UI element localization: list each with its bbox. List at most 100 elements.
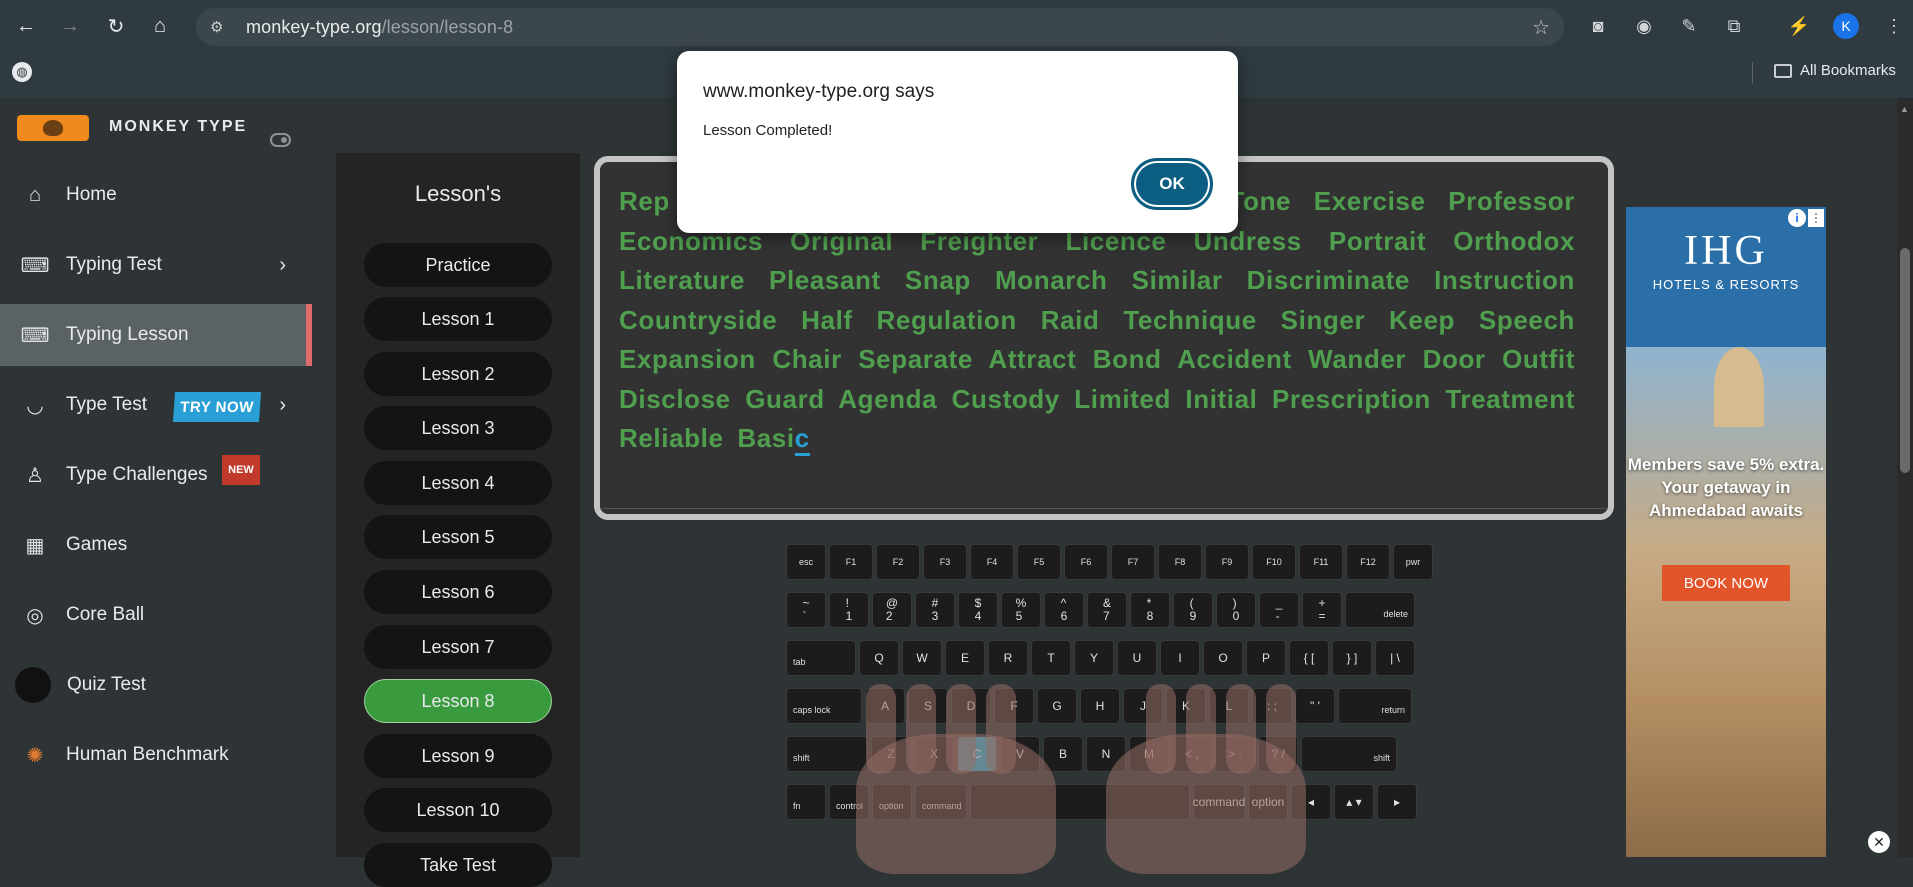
target-icon: ◎ xyxy=(26,604,44,627)
key---: _ - xyxy=(1259,592,1299,628)
lesson-10-button[interactable]: Lesson 10 xyxy=(364,788,552,832)
key-Q: Q xyxy=(859,640,899,676)
sidebar-item-human-benchmark[interactable]: ✺ Human Benchmark xyxy=(0,724,312,786)
ad-dome-image xyxy=(1714,347,1764,427)
lesson-5-button[interactable]: Lesson 5 xyxy=(364,515,552,559)
key--3: # 3 xyxy=(915,592,955,628)
home-icon[interactable]: ⌂ xyxy=(140,6,180,46)
key-return: return xyxy=(1338,688,1412,724)
lesson-list-title: Lesson's xyxy=(414,181,502,206)
bookmarks-divider xyxy=(1752,62,1753,84)
key-U: U xyxy=(1117,640,1157,676)
key-R: R xyxy=(988,640,1028,676)
key-F5: F5 xyxy=(1017,544,1061,580)
lesson-6-button[interactable]: Lesson 6 xyxy=(364,570,552,614)
key-E: E xyxy=(945,640,985,676)
virtual-keyboard: esc F1 F2 F3 F4 F5 F6 F7 F8 F9 F10 F11 F12 pwr ~ `! 1 @… xyxy=(786,544,1433,874)
keyboard-shape-icon: ⌨ xyxy=(20,254,50,277)
menu-kebab-icon[interactable]: ⋮ xyxy=(1880,12,1908,40)
key-F1: F1 xyxy=(829,544,873,580)
browser-toolbar: ← → ↻ ⌂ ⚙ monkey-type.org/lesson/lesson-… xyxy=(0,0,1913,52)
lesson-list: Lesson's Practice Lesson 1 Lesson 2 Less… xyxy=(336,153,580,887)
sidebar-item-label: Human Benchmark xyxy=(66,744,229,765)
extensions-puzzle-icon[interactable]: ⧉ xyxy=(1720,12,1748,40)
lesson-8-button[interactable]: Lesson 8 xyxy=(364,679,552,723)
key-Z: Z xyxy=(871,736,911,772)
keyboard-row: shift Z X C V B N M < , > .? / shift xyxy=(786,736,1397,772)
lesson-1-button[interactable]: Lesson 1 xyxy=(364,297,552,341)
sidebar-item-core-ball[interactable]: ◎ Core Ball xyxy=(0,584,312,646)
key-H: H xyxy=(1080,688,1120,724)
key--: ? / xyxy=(1258,736,1298,772)
key-F8: F8 xyxy=(1158,544,1202,580)
lesson-3-button[interactable]: Lesson 3 xyxy=(364,406,552,450)
scrollbar-thumb[interactable] xyxy=(1900,248,1910,473)
all-bookmarks-button[interactable]: All Bookmarks xyxy=(1774,62,1896,79)
new-badge: NEW xyxy=(222,455,260,485)
key-G: G xyxy=(1037,688,1077,724)
scroll-up-icon[interactable]: ▲ xyxy=(1900,104,1909,114)
back-arrow-icon[interactable]: ← xyxy=(6,6,46,46)
forward-arrow-icon[interactable]: → xyxy=(50,6,90,46)
key-J: J xyxy=(1123,688,1163,724)
ad-book-now-button[interactable]: BOOK NOW xyxy=(1662,565,1790,601)
sidebar-item-typing-test[interactable]: ⌨ Typing Test › xyxy=(0,234,312,296)
cat-icon: ◡ xyxy=(26,394,44,417)
bookmark-star-icon[interactable]: ☆ xyxy=(1532,15,1550,40)
ad-more-icon[interactable]: ⋮ xyxy=(1808,209,1824,227)
key--: : ; xyxy=(1252,688,1292,724)
address-bar[interactable]: ⚙ monkey-type.org/lesson/lesson-8 ☆ xyxy=(196,8,1564,46)
ad-info-icon[interactable]: i xyxy=(1788,209,1806,227)
sidebar-item-label: Typing Test xyxy=(66,254,162,275)
key--1: ! 1 xyxy=(829,592,869,628)
dialog-message: Lesson Completed! xyxy=(703,122,833,139)
profile-avatar[interactable]: K xyxy=(1833,13,1859,39)
brain-icon xyxy=(15,667,51,703)
globe-icon[interactable]: ◍ xyxy=(12,62,32,82)
key-shift: shift xyxy=(786,736,868,772)
page-scrollbar[interactable]: ▲ xyxy=(1897,98,1913,857)
lesson-practice-button[interactable]: Practice xyxy=(364,243,552,287)
key--: > . xyxy=(1215,736,1255,772)
sidebar-item-typing-lesson[interactable]: ⌨ Typing Lesson xyxy=(0,304,312,366)
key-I: I xyxy=(1160,640,1200,676)
chevron-right-icon: › xyxy=(279,393,286,416)
sidebar-item-games[interactable]: ▦ Games xyxy=(0,514,312,576)
color-wheel-icon[interactable]: ◉ xyxy=(1630,12,1658,40)
site-info-icon[interactable]: ⚙ xyxy=(210,18,230,36)
take-test-button[interactable]: Take Test xyxy=(364,843,552,887)
key--: + = xyxy=(1302,592,1342,628)
key--: } ] xyxy=(1332,640,1372,676)
keyboard-icon: ⌨ xyxy=(20,324,50,347)
key-S: S xyxy=(908,688,948,724)
close-icon[interactable]: ✕ xyxy=(1868,831,1890,853)
home-icon: ⌂ xyxy=(28,183,42,206)
ok-button[interactable]: OK xyxy=(1131,158,1213,210)
keyboard-row: esc F1 F2 F3 F4 F5 F6 F7 F8 F9 F10 F11 F12 pwr xyxy=(786,544,1433,580)
try-now-badge[interactable]: TRY NOW xyxy=(172,392,262,422)
reload-icon[interactable]: ↻ xyxy=(96,6,136,46)
eyedropper-icon[interactable]: ✎ xyxy=(1675,12,1703,40)
ad-banner[interactable]: IHG HOTELS & RESORTS Members save 5% ext… xyxy=(1626,207,1826,857)
sidebar-item-type-test[interactable]: ◡ Type Test › xyxy=(0,374,312,436)
key-option: option xyxy=(1248,784,1288,820)
sidebar-item-label: Home xyxy=(66,184,117,205)
key-N: N xyxy=(1086,736,1126,772)
lesson-2-button[interactable]: Lesson 2 xyxy=(364,352,552,396)
lesson-4-button[interactable]: Lesson 4 xyxy=(364,461,552,505)
performance-icon[interactable]: ⚡ xyxy=(1785,12,1813,40)
lesson-7-button[interactable]: Lesson 7 xyxy=(364,625,552,669)
text-divider xyxy=(600,508,1608,509)
key--9: ( 9 xyxy=(1173,592,1213,628)
sidebar-item-type-challenges[interactable]: ♙ Type Challenges xyxy=(0,444,312,506)
url-text: monkey-type.org/lesson/lesson-8 xyxy=(246,17,513,38)
key-O: O xyxy=(1203,640,1243,676)
key-space xyxy=(970,784,1190,820)
grid-icon: ▦ xyxy=(25,534,45,557)
lesson-9-button[interactable]: Lesson 9 xyxy=(364,734,552,778)
key-D: D xyxy=(951,688,991,724)
key-F9: F9 xyxy=(1205,544,1249,580)
sidebar-item-home[interactable]: ⌂ Home xyxy=(0,164,312,226)
sidebar-item-quiz-test[interactable]: Quiz Test xyxy=(0,654,312,716)
camera-icon[interactable]: ◙ xyxy=(1584,12,1612,40)
